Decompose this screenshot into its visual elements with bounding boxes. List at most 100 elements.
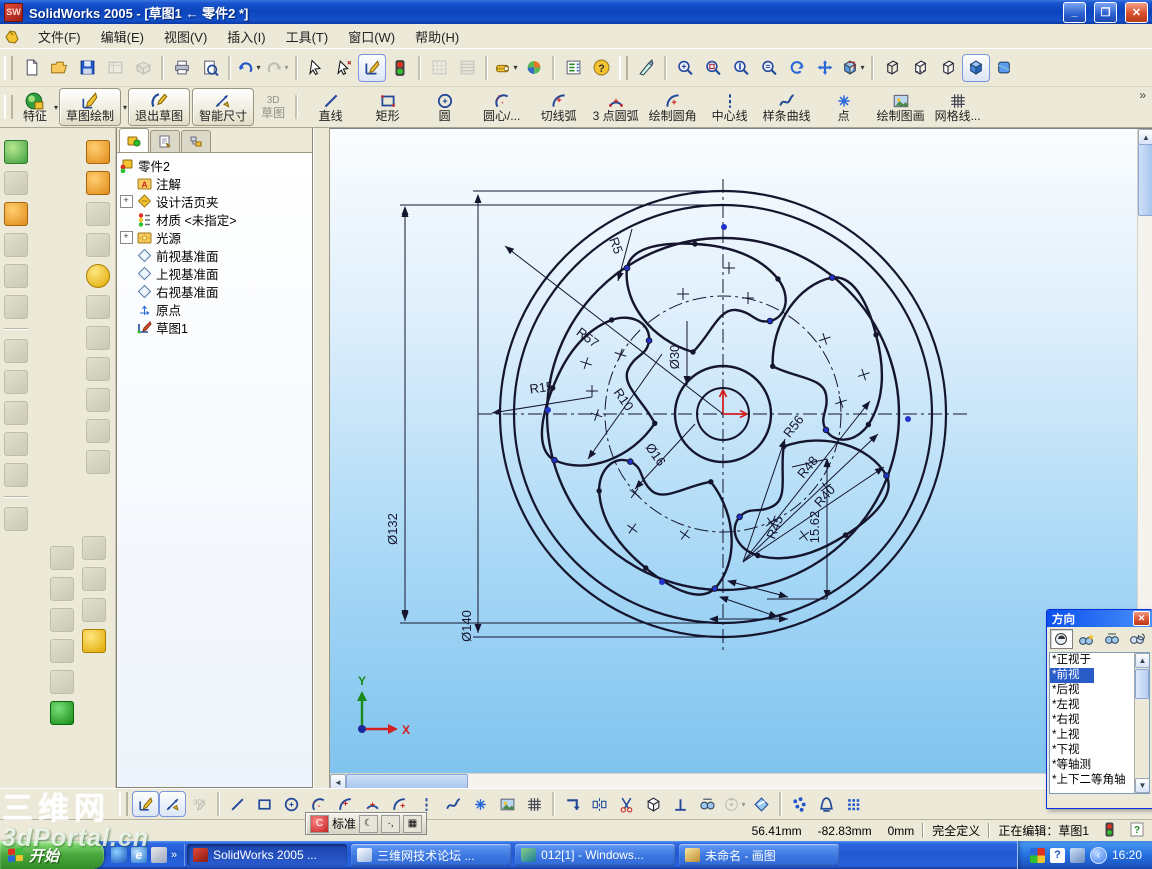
zoom-fit-icon[interactable] bbox=[671, 54, 699, 82]
horizontal-scrollbar[interactable]: ◄ ► bbox=[330, 773, 1143, 788]
grid-icon[interactable] bbox=[521, 791, 548, 817]
extrude-preview-icon[interactable] bbox=[640, 791, 667, 817]
orientation-close-icon[interactable]: ✕ bbox=[1133, 611, 1150, 626]
feature-tool-icon[interactable] bbox=[86, 202, 110, 226]
taskbar-button-forum[interactable]: 三维网技术论坛 ... bbox=[351, 844, 512, 866]
close-button[interactable]: ✕ bbox=[1125, 1, 1148, 23]
ime-logo-icon[interactable]: C bbox=[310, 814, 329, 833]
feature-tool-icon[interactable] bbox=[86, 419, 110, 443]
plane-tool-icon[interactable] bbox=[82, 536, 106, 560]
ime-punctuation-icon[interactable]: ·, bbox=[381, 814, 401, 833]
grid-b-icon[interactable] bbox=[453, 54, 481, 82]
rotate-view-icon[interactable] bbox=[783, 54, 811, 82]
zoom-selection-icon[interactable] bbox=[755, 54, 783, 82]
sketch-canvas[interactable]: Ø132 Ø140 R57 R5 R15 R10 Ø30 Ø16 R56 R48… bbox=[330, 129, 1143, 775]
feature-tool-icon[interactable] bbox=[86, 450, 110, 474]
tool-centerline[interactable]: 中心线 bbox=[701, 89, 758, 125]
pattern-tool-icon[interactable] bbox=[4, 507, 28, 531]
taskbar-button-solidworks[interactable]: SolidWorks 2005 ... bbox=[187, 844, 348, 866]
grid-a-icon[interactable] bbox=[425, 54, 453, 82]
tab-propertymanager[interactable] bbox=[150, 130, 180, 152]
circular-pattern-icon[interactable]: ▾ bbox=[721, 791, 748, 817]
helix-icon[interactable] bbox=[50, 701, 74, 725]
quick-snaps-icon[interactable] bbox=[748, 791, 775, 817]
minimize-button[interactable]: _ bbox=[1063, 1, 1086, 23]
tool-rectangle[interactable]: 矩形 bbox=[359, 89, 416, 125]
view-front-selected[interactable]: *前视 bbox=[1050, 668, 1094, 683]
feature-tool-icon[interactable] bbox=[4, 295, 28, 319]
menu-window[interactable]: 窗口(W) bbox=[338, 24, 405, 49]
curve-tool-icon[interactable] bbox=[50, 670, 74, 694]
trim-icon[interactable] bbox=[613, 791, 640, 817]
curve-tool-icon[interactable] bbox=[50, 608, 74, 632]
tool-circle[interactable]: 圆 bbox=[416, 89, 473, 125]
ime-language-bar[interactable]: C 标准 ☾ ·, ▦ bbox=[305, 812, 428, 835]
scrollbar-thumb[interactable] bbox=[1135, 669, 1149, 699]
feature-tool-icon[interactable] bbox=[86, 295, 110, 319]
reference-tool-icon[interactable] bbox=[50, 546, 74, 570]
toolbar-grip[interactable] bbox=[4, 95, 13, 119]
open-icon[interactable] bbox=[45, 54, 73, 82]
redo-icon[interactable]: ▾ bbox=[263, 54, 291, 82]
axis-tool-icon[interactable] bbox=[82, 567, 106, 591]
smart-dimension-button[interactable] bbox=[159, 791, 186, 817]
feature-tool-icon[interactable] bbox=[4, 463, 28, 487]
internet-explorer-icon[interactable]: e bbox=[131, 847, 147, 863]
new-document-icon[interactable] bbox=[17, 54, 45, 82]
feature-tool-icon[interactable] bbox=[4, 432, 28, 456]
point-icon[interactable] bbox=[467, 791, 494, 817]
tree-item-lighting[interactable]: + 光源 bbox=[119, 228, 310, 246]
tab-configurationmanager[interactable] bbox=[181, 130, 211, 152]
new-view-icon[interactable] bbox=[1075, 629, 1098, 649]
tool-grid[interactable]: 网格线... bbox=[929, 89, 986, 125]
tree-item-right-plane[interactable]: 右视基准面 bbox=[119, 282, 310, 300]
tree-root[interactable]: 零件2 bbox=[119, 156, 310, 174]
zoom-in-out-icon[interactable] bbox=[727, 54, 755, 82]
dome-icon[interactable] bbox=[86, 264, 110, 288]
show-desktop-icon[interactable] bbox=[151, 847, 167, 863]
tray-window-icon[interactable] bbox=[1069, 847, 1085, 863]
quick-launch-overflow[interactable]: » bbox=[171, 849, 177, 861]
tool-sketch-fillet[interactable]: 绘制圆角 bbox=[644, 89, 701, 125]
convert-entities-icon[interactable] bbox=[559, 791, 586, 817]
scroll-left-icon[interactable]: ◄ bbox=[330, 774, 346, 788]
hidden-lines-visible-icon[interactable] bbox=[906, 54, 934, 82]
tool-tangent-arc[interactable]: 切线弧 bbox=[530, 89, 587, 125]
status-help-icon[interactable]: ? bbox=[1122, 822, 1152, 840]
print-preview-icon[interactable] bbox=[196, 54, 224, 82]
select-arrow-icon[interactable] bbox=[302, 54, 330, 82]
toolbar-grip[interactable] bbox=[619, 55, 628, 80]
toolbar-grip[interactable] bbox=[119, 792, 128, 816]
extruded-boss-icon[interactable] bbox=[4, 140, 28, 164]
msn-icon[interactable] bbox=[111, 847, 127, 863]
menu-help[interactable]: 帮助(H) bbox=[405, 24, 469, 49]
tree-item-top-plane[interactable]: 上视基准面 bbox=[119, 264, 310, 282]
save-icon[interactable] bbox=[73, 54, 101, 82]
tree-item-annotations[interactable]: A 注解 bbox=[119, 174, 310, 192]
pan-icon[interactable] bbox=[811, 54, 839, 82]
add-relation-icon[interactable] bbox=[813, 791, 840, 817]
scroll-up-icon[interactable]: ▲ bbox=[1138, 129, 1152, 145]
feature-tool-icon[interactable] bbox=[4, 233, 28, 257]
feature-tool-icon[interactable] bbox=[4, 264, 28, 288]
hidden-lines-removed-icon[interactable] bbox=[934, 54, 962, 82]
shaded-with-edges-icon[interactable] bbox=[990, 54, 1018, 82]
chamfer-icon[interactable] bbox=[86, 171, 110, 195]
features-dropdown-caret[interactable]: ▾ bbox=[54, 103, 58, 112]
sketch-toggle-icon[interactable] bbox=[358, 53, 386, 82]
tab-featuremanager[interactable] bbox=[119, 128, 149, 152]
tree-item-sketch1[interactable]: 草图1 bbox=[119, 318, 310, 336]
3d-sketch-button[interactable]: 3D 草图 bbox=[255, 89, 291, 125]
ime-moon-icon[interactable]: ☾ bbox=[359, 814, 379, 833]
mirror-icon[interactable] bbox=[586, 791, 613, 817]
measure-icon[interactable]: ▾ bbox=[492, 54, 520, 82]
display-relations-icon[interactable] bbox=[786, 791, 813, 817]
perpendicular-icon[interactable] bbox=[667, 791, 694, 817]
reset-views-icon[interactable] bbox=[1125, 629, 1148, 649]
tree-item-material[interactable]: 材质 <未指定> bbox=[119, 210, 310, 228]
tool-line[interactable]: 直线 bbox=[302, 89, 359, 125]
rectangle-icon[interactable] bbox=[251, 791, 278, 817]
taskbar-button-paint[interactable]: 未命名 - 画图 bbox=[679, 844, 840, 866]
line-icon[interactable] bbox=[224, 791, 251, 817]
orientation-title-bar[interactable]: 方向 ✕ bbox=[1047, 610, 1152, 627]
